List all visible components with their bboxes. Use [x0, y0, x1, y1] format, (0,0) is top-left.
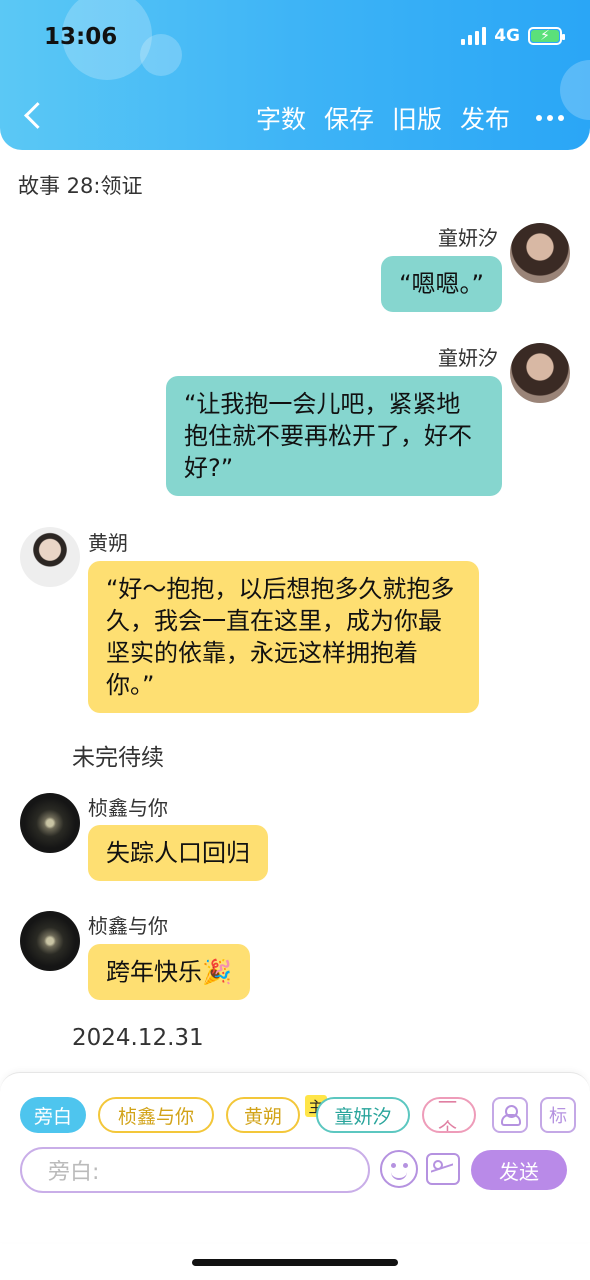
person-icon — [501, 1104, 521, 1126]
status-time: 13:06 — [44, 24, 118, 50]
sender-name: 桢鑫与你 — [88, 914, 168, 938]
sender-name: 桢鑫与你 — [88, 796, 168, 820]
send-button[interactable]: 发送 — [471, 1150, 567, 1190]
message-bubble[interactable]: “让我抱一会儿吧，紧紧地抱住就不要再松开了，好不好?” — [166, 376, 502, 496]
signal-icon — [461, 27, 487, 45]
emoji-icon[interactable] — [380, 1150, 418, 1188]
message-input[interactable]: 旁白: — [20, 1147, 370, 1193]
sender-name: 童妍汐 — [438, 226, 498, 250]
role-chip[interactable]: 童妍汐 — [316, 1097, 410, 1133]
battery-icon: ⚡ — [528, 27, 565, 45]
network-label: 4G — [494, 26, 520, 46]
message-bubble[interactable]: “好～抱抱，以后想抱多久就抱多久，我会一直在这里，成为你最坚实的依靠，永远这样拥… — [88, 561, 479, 713]
publish-button[interactable]: 发布 — [460, 100, 510, 136]
word-count-button[interactable]: 字数 — [256, 100, 306, 136]
message-bubble[interactable]: “嗯嗯。” — [381, 256, 502, 312]
avatar[interactable] — [20, 911, 80, 971]
message-bubble[interactable]: 跨年快乐🎉 — [88, 944, 250, 1000]
header-decoration — [140, 34, 182, 76]
image-icon[interactable] — [426, 1153, 460, 1185]
role-chip[interactable]: 黄朔 — [226, 1097, 300, 1133]
narration-text[interactable]: 未完待续 — [72, 738, 164, 772]
role-chip-narration[interactable]: 旁白 — [20, 1097, 86, 1133]
character-manage-button[interactable] — [492, 1097, 528, 1133]
avatar[interactable] — [510, 343, 570, 403]
save-button[interactable]: 保存 — [324, 100, 374, 136]
role-chip[interactable]: 一个 — [422, 1097, 476, 1133]
header-decoration — [560, 60, 590, 120]
old-version-button[interactable]: 旧版 — [392, 100, 442, 136]
avatar[interactable] — [510, 223, 570, 283]
avatar[interactable] — [20, 793, 80, 853]
sender-name: 黄朔 — [88, 531, 128, 555]
header-actions: 字数 保存 旧版 发布 — [256, 100, 564, 136]
narration-text[interactable]: 2024.12.31 — [72, 1025, 204, 1051]
home-indicator[interactable] — [192, 1259, 398, 1266]
tag-button[interactable]: 标 — [540, 1097, 576, 1133]
sender-name: 童妍汐 — [438, 346, 498, 370]
status-indicators: 4G ⚡ — [461, 26, 565, 46]
app-header: 13:06 4G ⚡ 字数 保存 旧版 发布 — [0, 0, 590, 150]
story-title: 故事 28:领证 — [18, 174, 143, 198]
more-horizontal-icon[interactable] — [536, 115, 564, 121]
back-button[interactable] — [18, 98, 50, 138]
message-bubble[interactable]: 失踪人口回归 — [88, 825, 268, 881]
role-chip[interactable]: 桢鑫与你 — [98, 1097, 214, 1133]
avatar[interactable] — [20, 527, 80, 587]
